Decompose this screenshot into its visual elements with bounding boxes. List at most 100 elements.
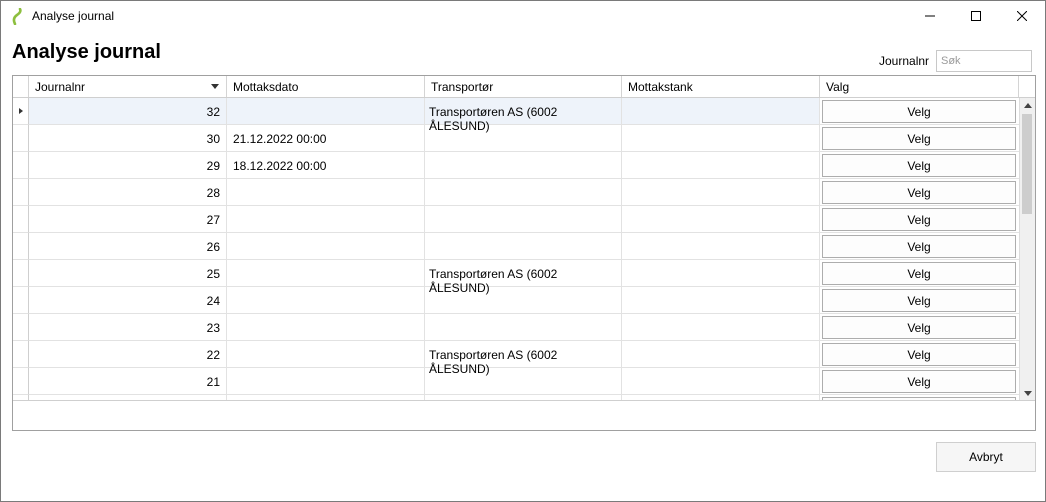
cell-transportor[interactable]: Transportøren AS (6002 ÅLESUND)	[425, 98, 622, 133]
cell-transportor[interactable]	[425, 287, 622, 314]
maximize-button[interactable]	[953, 1, 999, 32]
close-icon	[1016, 8, 1028, 26]
cell-journalnr[interactable]: 29	[29, 152, 227, 179]
velg-button[interactable]: Velg	[822, 289, 1016, 312]
cell-journalnr[interactable]: 24	[29, 287, 227, 314]
cell-mottaksdato[interactable]	[227, 179, 425, 206]
row-header[interactable]	[13, 260, 29, 287]
table-row[interactable]: 29 18.12.2022 00:00 Velg	[13, 152, 1035, 179]
scroll-down-button[interactable]	[1020, 386, 1035, 400]
velg-button[interactable]: Velg	[822, 262, 1016, 285]
scroll-thumb[interactable]	[1022, 114, 1032, 214]
cell-mottaksdato[interactable]	[227, 341, 425, 368]
cell-mottakstank[interactable]	[622, 233, 820, 260]
cell-mottakstank[interactable]	[622, 314, 820, 341]
cell-mottaksdato[interactable]: 21.12.2022 00:00	[227, 125, 425, 152]
row-header[interactable]	[13, 179, 29, 206]
table-row[interactable]: 24 Velg	[13, 287, 1035, 314]
velg-button[interactable]: Velg	[822, 235, 1016, 258]
cell-journalnr[interactable]: 26	[29, 233, 227, 260]
cell-valg: Velg	[820, 341, 1019, 368]
cell-journalnr[interactable]: 23	[29, 314, 227, 341]
cancel-button[interactable]: Avbryt	[936, 442, 1036, 472]
velg-button[interactable]: Velg	[822, 127, 1016, 150]
cell-journalnr[interactable]: 22	[29, 341, 227, 368]
cell-mottaksdato[interactable]	[227, 206, 425, 233]
cell-valg: Velg	[820, 233, 1019, 260]
journal-grid: Journalnr Mottaksdato Transportør Mottak…	[12, 75, 1036, 431]
table-row[interactable]: 25 Transportøren AS (6002 ÅLESUND) Velg	[13, 260, 1035, 295]
table-row[interactable]: 26 Velg	[13, 233, 1035, 260]
cell-mottakstank[interactable]	[622, 287, 820, 314]
column-header-mottaksdato[interactable]: Mottaksdato	[227, 76, 425, 97]
table-row[interactable]: 32 Transportøren AS (6002 ÅLESUND) Velg	[13, 98, 1035, 133]
table-row[interactable]: 30 21.12.2022 00:00 Velg	[13, 125, 1035, 152]
close-button[interactable]	[999, 1, 1045, 32]
cell-mottakstank[interactable]	[622, 125, 820, 152]
column-header-transportor[interactable]: Transportør	[425, 76, 622, 97]
column-header-valg[interactable]: Valg	[820, 76, 1019, 97]
cell-mottakstank[interactable]	[622, 341, 820, 368]
cell-valg: Velg	[820, 152, 1019, 179]
arrow-down-icon	[1023, 390, 1032, 396]
velg-button[interactable]: Velg	[822, 370, 1016, 393]
cell-mottaksdato[interactable]	[227, 287, 425, 314]
row-header[interactable]	[13, 233, 29, 260]
row-header[interactable]	[13, 287, 29, 314]
cell-mottakstank[interactable]	[622, 206, 820, 233]
cell-mottaksdato[interactable]	[227, 260, 425, 287]
velg-button[interactable]: Velg	[822, 343, 1016, 366]
cell-journalnr[interactable]: 21	[29, 368, 227, 395]
cell-transportor[interactable]	[425, 314, 622, 341]
cell-valg: Velg	[820, 287, 1019, 314]
row-header[interactable]	[13, 98, 29, 125]
cell-mottaksdato[interactable]	[227, 368, 425, 395]
table-row[interactable]: 22 Transportøren AS (6002 ÅLESUND) Velg	[13, 341, 1035, 376]
row-header[interactable]	[13, 314, 29, 341]
scroll-up-button[interactable]	[1020, 98, 1035, 112]
column-header-journalnr[interactable]: Journalnr	[29, 76, 227, 97]
cell-mottaksdato[interactable]	[227, 233, 425, 260]
table-row[interactable]: 28 Velg	[13, 179, 1035, 206]
table-row[interactable]: 21 Velg	[13, 368, 1035, 395]
cell-mottaksdato[interactable]	[227, 98, 425, 125]
row-header[interactable]	[13, 152, 29, 179]
cell-mottakstank[interactable]	[622, 368, 820, 395]
row-header[interactable]	[13, 125, 29, 152]
cell-transportor[interactable]	[425, 233, 622, 260]
cell-transportor[interactable]	[425, 179, 622, 206]
cell-mottaksdato[interactable]: 18.12.2022 00:00	[227, 152, 425, 179]
row-header[interactable]	[13, 368, 29, 395]
column-header-mottakstank[interactable]: Mottakstank	[622, 76, 820, 97]
cell-journalnr[interactable]: 25	[29, 260, 227, 287]
velg-button[interactable]: Velg	[822, 316, 1016, 339]
cell-transportor[interactable]: Transportøren AS (6002 ÅLESUND)	[425, 341, 622, 376]
row-header[interactable]	[13, 206, 29, 233]
cell-transportor[interactable]	[425, 125, 622, 152]
cell-transportor[interactable]: Transportøren AS (6002 ÅLESUND)	[425, 260, 622, 295]
cell-journalnr[interactable]: 32	[29, 98, 227, 125]
velg-button[interactable]: Velg	[822, 154, 1016, 177]
vertical-scrollbar[interactable]	[1019, 98, 1035, 400]
title-bar: Analyse journal	[1, 1, 1045, 32]
velg-button[interactable]: Velg	[822, 100, 1016, 123]
minimize-button[interactable]	[907, 1, 953, 32]
table-row[interactable]: 27 Velg	[13, 206, 1035, 233]
cell-journalnr[interactable]: 28	[29, 179, 227, 206]
cell-transportor[interactable]	[425, 152, 622, 179]
cell-journalnr[interactable]: 27	[29, 206, 227, 233]
dialog-window: Analyse journal Analyse journal Journaln…	[0, 0, 1046, 502]
row-header[interactable]	[13, 341, 29, 368]
cell-mottaksdato[interactable]	[227, 314, 425, 341]
cell-transportor[interactable]	[425, 368, 622, 395]
cell-mottakstank[interactable]	[622, 179, 820, 206]
velg-button[interactable]: Velg	[822, 181, 1016, 204]
search-input[interactable]	[936, 50, 1032, 72]
cell-transportor[interactable]	[425, 206, 622, 233]
cell-mottakstank[interactable]	[622, 260, 820, 287]
cell-mottakstank[interactable]	[622, 152, 820, 179]
cell-journalnr[interactable]: 30	[29, 125, 227, 152]
table-row[interactable]: 23 Velg	[13, 314, 1035, 341]
velg-button[interactable]: Velg	[822, 208, 1016, 231]
cell-mottakstank[interactable]	[622, 98, 820, 125]
